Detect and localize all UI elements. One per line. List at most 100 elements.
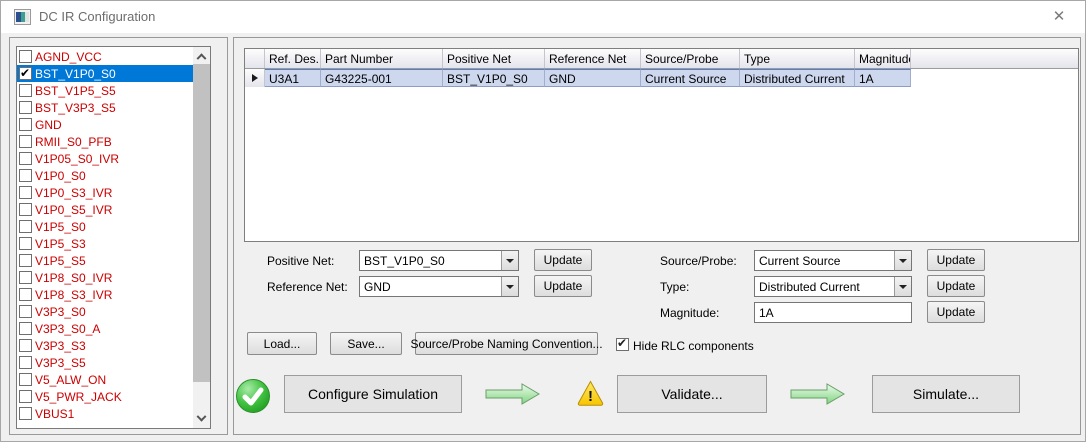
grid-row[interactable]: U3A1 G43225-001 BST_V1P0_S0 GND Current Sour… xyxy=(245,69,1078,87)
net-checkbox[interactable] xyxy=(19,135,32,148)
source-probe-combo[interactable]: Current Source xyxy=(754,250,912,271)
net-list-item[interactable]: V1P8_S0_IVR xyxy=(17,269,193,286)
net-checkbox[interactable] xyxy=(19,101,32,114)
close-icon[interactable]: ✕ xyxy=(1049,7,1069,27)
dc-ir-configuration-window: DC IR Configuration ✕ AGND_VCC BST_V1P0_S… xyxy=(0,0,1086,442)
net-list-item[interactable]: V5_PWR_JACK xyxy=(17,388,193,405)
net-checkbox[interactable] xyxy=(19,407,32,420)
grid-column-header[interactable]: Type xyxy=(740,49,855,68)
simulate-button[interactable]: Simulate... xyxy=(872,375,1020,413)
naming-convention-button[interactable]: Source/Probe Naming Convention... xyxy=(410,332,603,355)
grid-column-header[interactable]: Positive Net xyxy=(443,49,545,68)
net-label: BST_V3P3_S5 xyxy=(35,100,116,115)
net-label: BST_V1P0_S0 xyxy=(35,66,116,81)
configure-simulation-button[interactable]: Configure Simulation xyxy=(284,375,462,413)
net-checkbox[interactable] xyxy=(19,203,32,216)
net-list-scrollbar[interactable] xyxy=(193,47,210,428)
hide-rlc-checkbox[interactable] xyxy=(616,336,629,351)
reference-net-combo[interactable]: GND xyxy=(359,276,519,297)
grid-cell[interactable]: G43225-001 xyxy=(321,69,443,87)
scroll-up-icon[interactable] xyxy=(193,47,210,64)
grid-column-header[interactable]: Reference Net xyxy=(545,49,641,68)
net-list-item[interactable]: V1P0_S3_IVR xyxy=(17,184,193,201)
magnitude-label: Magnitude: xyxy=(660,306,720,320)
net-label: V3P3_S0 xyxy=(35,304,86,319)
magnitude-input[interactable] xyxy=(754,302,912,323)
net-list-item[interactable]: V3P3_S3 xyxy=(17,337,193,354)
row-selector-icon[interactable] xyxy=(245,69,265,87)
net-checkbox[interactable] xyxy=(19,220,32,233)
net-checkbox[interactable] xyxy=(19,288,32,301)
net-list-item[interactable]: V1P0_S0 xyxy=(17,167,193,184)
source-probe-update-button[interactable]: Update xyxy=(927,249,985,271)
grid-column-header[interactable]: Ref. Des. xyxy=(265,49,321,68)
net-checkbox[interactable] xyxy=(19,339,32,352)
net-list-item[interactable]: V1P8_S3_IVR xyxy=(17,286,193,303)
net-list-item[interactable]: V3P3_S0 xyxy=(17,303,193,320)
chevron-down-icon[interactable] xyxy=(894,277,911,296)
grid-column-header[interactable]: Magnitude xyxy=(855,49,911,68)
net-checkbox[interactable] xyxy=(19,66,32,80)
net-checkbox[interactable] xyxy=(19,118,32,131)
positive-net-label: Positive Net: xyxy=(267,254,335,268)
net-list-item[interactable]: V1P5_S5 xyxy=(17,252,193,269)
net-checkbox[interactable] xyxy=(19,237,32,250)
net-checkbox[interactable] xyxy=(19,169,32,182)
net-list-item[interactable]: V3P3_S0_A xyxy=(17,320,193,337)
arrow-right-icon xyxy=(485,383,540,405)
type-value: Distributed Current xyxy=(759,280,860,294)
positive-net-update-button[interactable]: Update xyxy=(534,249,592,271)
net-list-item[interactable]: V1P5_S0 xyxy=(17,218,193,235)
net-list-item[interactable]: V1P5_S3 xyxy=(17,235,193,252)
grid-cell[interactable]: Distributed Current xyxy=(740,69,855,87)
type-update-button[interactable]: Update xyxy=(927,275,985,297)
net-checkbox[interactable] xyxy=(19,356,32,369)
source-probe-label: Source/Probe: xyxy=(660,254,737,268)
net-list-item[interactable]: V3P3_S5 xyxy=(17,354,193,371)
net-checkbox[interactable] xyxy=(19,84,32,97)
app-window-icon xyxy=(14,9,31,25)
net-list-item[interactable]: RMII_S0_PFB xyxy=(17,133,193,150)
net-list-item[interactable]: BST_V3P3_S5 xyxy=(17,99,193,116)
net-checkbox[interactable] xyxy=(19,254,32,267)
net-checkbox[interactable] xyxy=(19,271,32,284)
net-list-item[interactable]: VBUS1 xyxy=(17,405,193,422)
net-checkbox[interactable] xyxy=(19,50,32,63)
net-checkbox[interactable] xyxy=(19,186,32,199)
net-checkbox[interactable] xyxy=(19,305,32,318)
positive-net-combo[interactable]: BST_V1P0_S0 xyxy=(359,250,519,271)
load-button[interactable]: Load... xyxy=(247,332,317,355)
grid-cell[interactable]: GND xyxy=(545,69,641,87)
net-list-item[interactable]: AGND_VCC xyxy=(17,48,193,65)
chevron-down-icon[interactable] xyxy=(501,277,518,296)
grid-cell[interactable]: BST_V1P0_S0 xyxy=(443,69,545,87)
grid-cell[interactable]: 1A xyxy=(855,69,911,87)
net-checkbox[interactable] xyxy=(19,152,32,165)
magnitude-update-button[interactable]: Update xyxy=(927,301,985,323)
net-list-item[interactable]: BST_V1P5_S5 xyxy=(17,82,193,99)
net-list-item[interactable]: V5_ALW_ON xyxy=(17,371,193,388)
grid-cell[interactable]: Current Source xyxy=(641,69,740,87)
grid-cell[interactable]: U3A1 xyxy=(265,69,321,87)
net-checkbox[interactable] xyxy=(19,390,32,403)
scroll-down-icon[interactable] xyxy=(193,411,210,428)
net-list-item[interactable]: V1P05_S0_IVR xyxy=(17,150,193,167)
chevron-down-icon[interactable] xyxy=(894,251,911,270)
net-list-item[interactable]: BST_V1P0_S0 xyxy=(17,65,193,82)
net-list-item[interactable]: GND xyxy=(17,116,193,133)
net-checkbox[interactable] xyxy=(19,322,32,335)
grid-column-header[interactable]: Source/Probe xyxy=(641,49,740,68)
net-label: V1P8_S3_IVR xyxy=(35,287,113,302)
reference-net-update-button[interactable]: Update xyxy=(534,275,592,297)
net-list-item[interactable]: V1P0_S5_IVR xyxy=(17,201,193,218)
type-combo[interactable]: Distributed Current xyxy=(754,276,912,297)
save-button[interactable]: Save... xyxy=(330,332,402,355)
net-label: V3P3_S0_A xyxy=(35,321,101,336)
grid-column-header[interactable]: Part Number xyxy=(321,49,443,68)
net-checkbox[interactable] xyxy=(19,373,32,386)
dialog-content: AGND_VCC BST_V1P0_S0 BST_V1P5_S5 BST_V3P3_S… xyxy=(1,33,1085,441)
validate-button[interactable]: Validate... xyxy=(617,375,767,413)
scrollbar-thumb[interactable] xyxy=(193,64,210,382)
net-label: V1P05_S0_IVR xyxy=(35,151,120,166)
chevron-down-icon[interactable] xyxy=(501,251,518,270)
